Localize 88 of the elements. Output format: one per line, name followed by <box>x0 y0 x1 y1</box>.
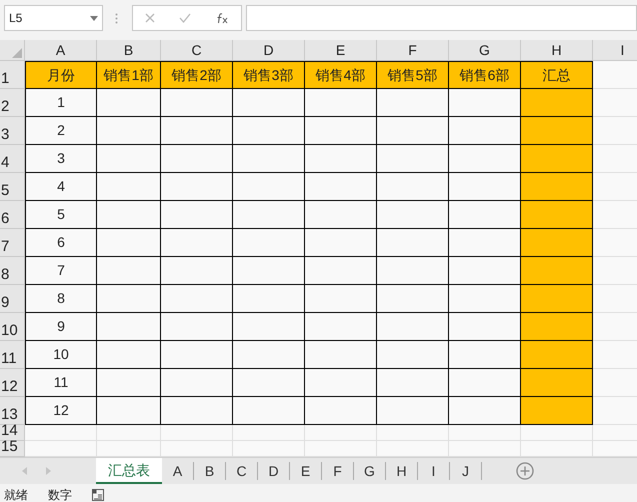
highlighted-cell <box>521 313 593 341</box>
status-text: 数字 <box>48 487 72 502</box>
sheet-tab[interactable]: G <box>354 462 386 480</box>
table-cell: 6 <box>25 229 97 257</box>
column-header[interactable]: B <box>97 40 161 61</box>
scroll-left-icon[interactable] <box>22 467 27 475</box>
table-cell: 7 <box>25 257 97 285</box>
table-cell: 8 <box>25 285 97 313</box>
dropdown-icon <box>90 16 98 20</box>
table-cell: 汇总 <box>521 61 593 89</box>
empty-cell <box>97 425 161 441</box>
highlighted-cell <box>521 257 593 285</box>
row-header[interactable]: 15 <box>0 441 25 457</box>
sheet-tab[interactable]: D <box>258 462 290 480</box>
highlighted-cell <box>521 397 593 425</box>
row-header[interactable]: 6 <box>0 201 25 229</box>
highlighted-cell <box>521 369 593 397</box>
sheet-tab[interactable]: 汇总表 <box>96 458 162 484</box>
empty-cell <box>233 425 305 441</box>
empty-cell <box>521 425 593 441</box>
column-header[interactable]: G <box>449 40 521 61</box>
column-header[interactable]: F <box>377 40 449 61</box>
table-cell: 12 <box>25 397 97 425</box>
empty-cell <box>377 425 449 441</box>
row-header[interactable]: 14 <box>0 425 25 441</box>
row-header[interactable]: 3 <box>0 117 25 145</box>
row-header[interactable]: 13 <box>0 397 25 425</box>
table-cell: 销售5部 <box>377 61 449 89</box>
row-header[interactable]: 7 <box>0 229 25 257</box>
scroll-right-icon[interactable] <box>46 467 51 475</box>
name-box[interactable]: L5 <box>4 5 103 31</box>
table-cell: 9 <box>25 313 97 341</box>
table-cell: 销售4部 <box>305 61 377 89</box>
sheet-tab[interactable]: H <box>386 462 418 480</box>
row-header[interactable]: 9 <box>0 285 25 313</box>
cell-reference: L5 <box>9 10 22 27</box>
table-cell: 3 <box>25 145 97 173</box>
highlighted-cell <box>521 145 593 173</box>
empty-cell <box>449 425 521 441</box>
table-cell: 销售1部 <box>97 61 161 89</box>
row-header[interactable]: 5 <box>0 173 25 201</box>
highlighted-cell <box>521 173 593 201</box>
sheet-tab[interactable]: E <box>290 462 322 480</box>
column-header[interactable]: E <box>305 40 377 61</box>
table-cell: 10 <box>25 341 97 369</box>
table-cell: 月份 <box>25 61 97 89</box>
select-all-icon[interactable] <box>12 48 22 58</box>
column-header[interactable]: I <box>593 40 637 61</box>
function-icon[interactable] <box>216 12 229 24</box>
column-header[interactable]: A <box>25 40 97 61</box>
table-cell: 4 <box>25 173 97 201</box>
highlighted-cell <box>521 285 593 313</box>
formula-bar[interactable] <box>246 5 637 31</box>
checkmark-icon[interactable] <box>179 13 192 23</box>
table-cell: 1 <box>25 89 97 117</box>
highlighted-cell <box>521 341 593 369</box>
macro-record-icon[interactable] <box>92 489 104 501</box>
highlighted-cell <box>521 201 593 229</box>
column-header[interactable]: H <box>521 40 593 61</box>
row-header[interactable]: 12 <box>0 369 25 397</box>
drag-handle-icon[interactable] <box>115 13 118 24</box>
column-header[interactable]: C <box>161 40 233 61</box>
sheet-tab[interactable]: I <box>418 462 450 480</box>
table-cell: 销售2部 <box>161 61 233 89</box>
sheet-tab[interactable]: F <box>322 462 354 480</box>
row-header[interactable]: 11 <box>0 341 25 369</box>
column-header[interactable]: D <box>233 40 305 61</box>
row-header[interactable]: 8 <box>0 257 25 285</box>
sheet-tab[interactable]: J <box>450 462 482 480</box>
sheet-tab[interactable]: A <box>162 462 194 480</box>
table-cell: 2 <box>25 117 97 145</box>
add-sheet-icon[interactable] <box>516 462 534 480</box>
highlighted-cell <box>521 229 593 257</box>
row-header[interactable]: 4 <box>0 145 25 173</box>
row-header[interactable]: 10 <box>0 313 25 341</box>
status-text: 就绪 <box>4 487 28 502</box>
sheet-tab[interactable]: B <box>194 462 226 480</box>
table-cell: 销售6部 <box>449 61 521 89</box>
highlighted-cell <box>521 117 593 145</box>
empty-cell <box>161 425 233 441</box>
table-cell: 11 <box>25 369 97 397</box>
row-header[interactable]: 2 <box>0 89 25 117</box>
empty-cell <box>305 425 377 441</box>
table-cell: 销售3部 <box>233 61 305 89</box>
sheet-tab[interactable]: C <box>226 462 258 480</box>
cancel-icon[interactable] <box>145 13 156 23</box>
table-cell: 5 <box>25 201 97 229</box>
row-header[interactable]: 1 <box>0 61 25 89</box>
